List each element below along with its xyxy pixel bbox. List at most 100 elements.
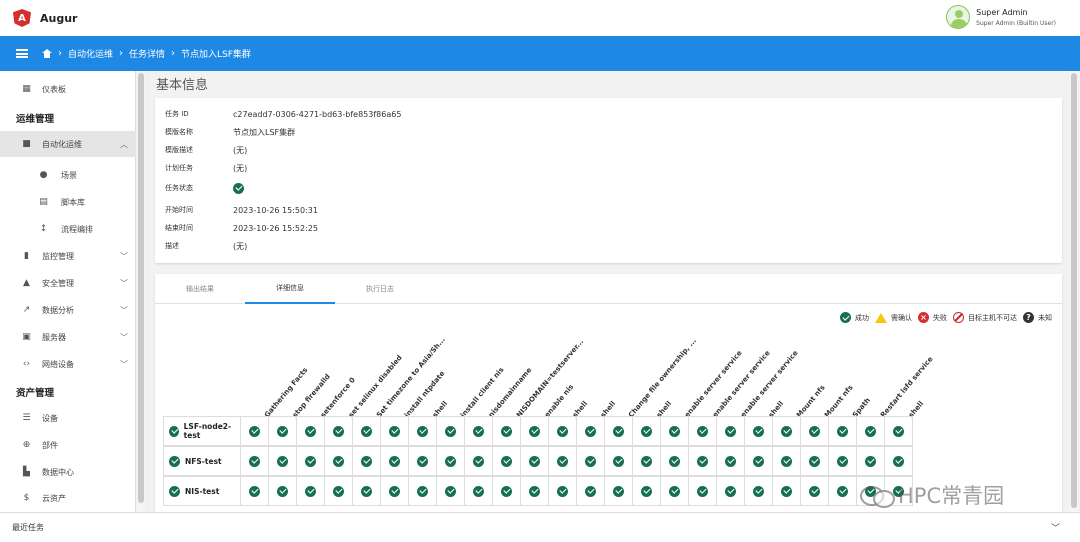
task-status-cell[interactable] [353, 476, 381, 506]
task-status-cell[interactable] [633, 446, 661, 476]
task-status-cell[interactable] [773, 416, 801, 446]
task-status-cell[interactable] [885, 446, 913, 476]
task-status-cell[interactable] [745, 446, 773, 476]
task-status-cell[interactable] [745, 416, 773, 446]
task-status-cell[interactable] [325, 476, 353, 506]
task-status-cell[interactable] [577, 476, 605, 506]
sidebar-item-servers[interactable]: ▣ 服务器 ﹀ [0, 324, 136, 350]
main-scrollbar-thumb[interactable] [1071, 73, 1077, 508]
task-status-cell[interactable] [801, 446, 829, 476]
task-status-cell[interactable] [717, 416, 745, 446]
sidebar-scrollbar-thumb[interactable] [138, 73, 144, 503]
task-status-cell[interactable] [437, 476, 465, 506]
task-status-cell[interactable] [829, 416, 857, 446]
task-status-cell[interactable] [689, 476, 717, 506]
task-status-cell[interactable] [605, 446, 633, 476]
tab-output[interactable]: 输出结果 [155, 274, 245, 304]
task-status-cell[interactable] [605, 476, 633, 506]
task-status-cell[interactable] [297, 416, 325, 446]
task-status-cell[interactable] [381, 476, 409, 506]
task-status-cell[interactable] [885, 416, 913, 446]
task-status-cell[interactable] [773, 476, 801, 506]
task-status-cell[interactable] [773, 446, 801, 476]
task-status-cell[interactable] [269, 446, 297, 476]
task-status-cell[interactable] [689, 416, 717, 446]
task-status-cell[interactable] [241, 416, 269, 446]
sidebar-item-cloud[interactable]: $ 云资产 [0, 485, 136, 511]
task-status-cell[interactable] [437, 416, 465, 446]
task-status-cell[interactable] [717, 476, 745, 506]
task-status-cell[interactable] [465, 416, 493, 446]
task-status-cell[interactable] [465, 476, 493, 506]
host-row-label[interactable]: NFS-test [163, 446, 241, 476]
task-status-cell[interactable] [353, 416, 381, 446]
task-status-cell[interactable] [493, 476, 521, 506]
task-status-cell[interactable] [857, 416, 885, 446]
task-status-cell[interactable] [801, 476, 829, 506]
tab-log[interactable]: 执行日志 [335, 274, 425, 304]
user-avatar-icon[interactable] [946, 5, 971, 29]
sidebar-scrollbar[interactable] [137, 71, 145, 512]
task-status-cell[interactable] [241, 476, 269, 506]
task-status-cell[interactable] [353, 446, 381, 476]
sidebar-item-workflow[interactable]: ↕ 流程编排 [0, 216, 136, 242]
host-row-label[interactable]: NIS-test [163, 476, 241, 506]
task-status-cell[interactable] [661, 446, 689, 476]
task-status-cell[interactable] [829, 446, 857, 476]
task-status-cell[interactable] [381, 416, 409, 446]
task-status-cell[interactable] [661, 416, 689, 446]
breadcrumb-item[interactable]: 任务详情 [129, 47, 165, 60]
sidebar-item-automation[interactable]: ■ 自动化运维 ︿ [0, 131, 136, 157]
task-status-cell[interactable] [801, 416, 829, 446]
sidebar-item-network[interactable]: ‹› 网络设备 ﹀ [0, 351, 136, 377]
task-status-cell[interactable] [493, 446, 521, 476]
task-status-cell[interactable] [325, 416, 353, 446]
task-status-cell[interactable] [549, 476, 577, 506]
sidebar-item-parts[interactable]: ⊕ 部件 [0, 432, 136, 458]
task-status-cell[interactable] [857, 446, 885, 476]
task-status-cell[interactable] [661, 476, 689, 506]
sidebar-item-datacenter[interactable]: ▙ 数据中心 [0, 459, 136, 485]
task-status-cell[interactable] [409, 416, 437, 446]
task-status-cell[interactable] [829, 476, 857, 506]
task-status-cell[interactable] [633, 416, 661, 446]
task-status-cell[interactable] [493, 416, 521, 446]
sidebar-item-dashboard[interactable]: ▦ 仪表板 [0, 76, 136, 102]
task-status-cell[interactable] [521, 476, 549, 506]
task-status-cell[interactable] [381, 446, 409, 476]
task-status-cell[interactable] [269, 476, 297, 506]
task-status-cell[interactable] [269, 416, 297, 446]
task-status-cell[interactable] [577, 446, 605, 476]
task-status-cell[interactable] [521, 416, 549, 446]
sidebar-item-devices[interactable]: ☰ 设备 [0, 405, 136, 431]
user-menu[interactable]: Super Admin Super Admin (Builtin User) [946, 5, 1056, 29]
breadcrumb-item[interactable]: 自动化运维 [68, 47, 113, 60]
task-status-cell[interactable] [409, 446, 437, 476]
chevron-down-icon[interactable]: ﹀ [1051, 521, 1060, 534]
sidebar-item-scripts[interactable]: ▤ 脚本库 [0, 189, 136, 215]
task-status-cell[interactable] [633, 476, 661, 506]
task-status-cell[interactable] [605, 416, 633, 446]
tab-details[interactable]: 详细信息 [245, 274, 335, 304]
host-row-label[interactable]: LSF-node2-test [163, 416, 241, 446]
task-status-cell[interactable] [521, 446, 549, 476]
task-status-cell[interactable] [409, 476, 437, 506]
task-status-cell[interactable] [689, 446, 717, 476]
task-status-cell[interactable] [437, 446, 465, 476]
task-status-cell[interactable] [297, 446, 325, 476]
task-status-cell[interactable] [297, 476, 325, 506]
task-status-cell[interactable] [717, 446, 745, 476]
task-status-cell[interactable] [465, 446, 493, 476]
main-scrollbar[interactable] [1070, 71, 1078, 512]
home-icon[interactable] [42, 49, 52, 58]
recent-tasks-bar[interactable]: 最近任务 ﹀ [0, 512, 1080, 542]
task-status-cell[interactable] [745, 476, 773, 506]
task-status-cell[interactable] [241, 446, 269, 476]
sidebar-item-analytics[interactable]: ↗ 数据分析 ﹀ [0, 297, 136, 323]
task-status-cell[interactable] [325, 446, 353, 476]
menu-toggle-icon[interactable] [16, 49, 28, 58]
task-status-cell[interactable] [549, 416, 577, 446]
sidebar-item-security[interactable]: ▲ 安全管理 ﹀ [0, 270, 136, 296]
task-status-cell[interactable] [577, 416, 605, 446]
task-status-cell[interactable] [549, 446, 577, 476]
